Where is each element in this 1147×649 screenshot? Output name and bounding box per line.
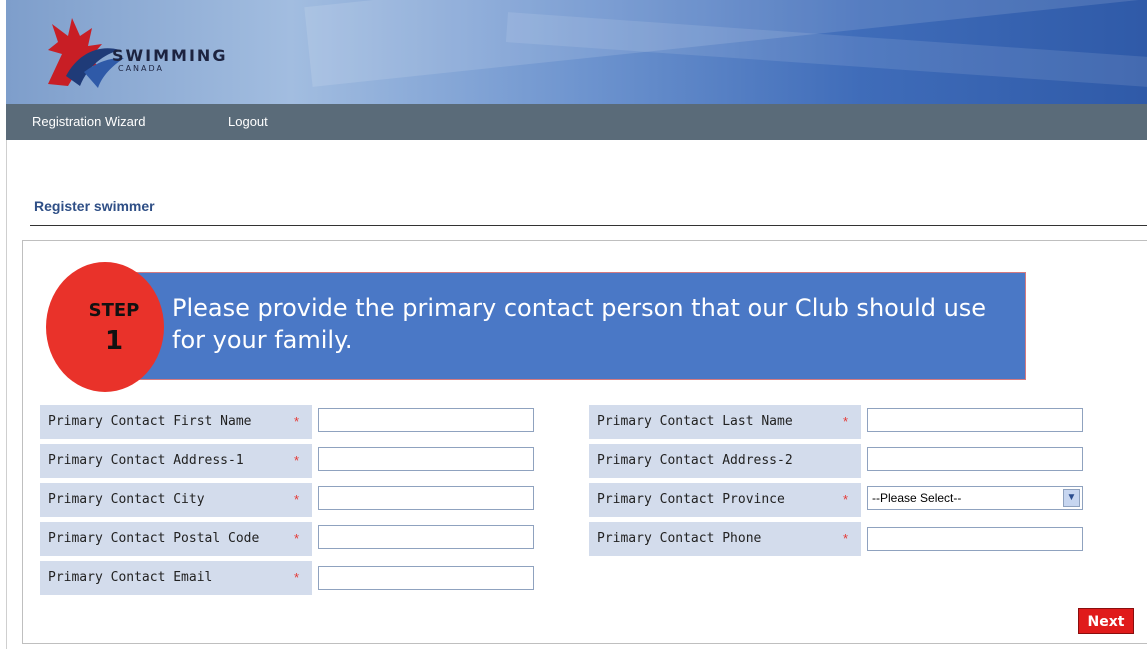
required-marker: * — [843, 492, 849, 507]
required-marker: * — [843, 531, 849, 546]
nav-registration-wizard[interactable]: Registration Wizard — [32, 114, 145, 129]
email-input[interactable] — [318, 566, 534, 590]
required-marker: * — [294, 414, 300, 429]
site-header: SWIMMING CANADA — [6, 0, 1147, 104]
page-title: Register swimmer — [34, 198, 155, 214]
step-instructions: Please provide the primary contact perso… — [172, 294, 987, 354]
next-button[interactable]: Next — [1078, 608, 1134, 634]
required-marker: * — [294, 492, 300, 507]
required-marker: * — [843, 414, 849, 429]
city-label: Primary Contact City — [40, 483, 312, 517]
address-1-input[interactable] — [318, 447, 534, 471]
first-name-input[interactable] — [318, 408, 534, 432]
address-2-input[interactable] — [867, 447, 1083, 471]
city-input[interactable] — [318, 486, 534, 510]
step-word: STEP — [88, 300, 140, 321]
nav-logout[interactable]: Logout — [228, 114, 268, 129]
email-label: Primary Contact Email — [40, 561, 312, 595]
required-marker: * — [294, 531, 300, 546]
step-number: 1 — [104, 326, 124, 356]
first-name-label: Primary Contact First Name — [40, 405, 312, 439]
required-marker: * — [294, 453, 300, 468]
top-navigation: Registration Wizard Logout — [6, 104, 1147, 140]
postal-code-label: Primary Contact Postal Code — [40, 522, 312, 556]
last-name-label: Primary Contact Last Name — [589, 405, 861, 439]
last-name-input[interactable] — [867, 408, 1083, 432]
phone-label: Primary Contact Phone — [589, 522, 861, 556]
address-2-label: Primary Contact Address-2 — [589, 444, 861, 478]
required-marker: * — [294, 570, 300, 585]
title-divider — [30, 225, 1147, 226]
phone-input[interactable] — [867, 527, 1083, 551]
province-label: Primary Contact Province — [589, 483, 861, 517]
logo-subtitle: CANADA — [118, 64, 165, 73]
province-select[interactable]: --Please Select-- ▼ — [867, 486, 1083, 510]
province-selected-value: --Please Select-- — [872, 491, 962, 505]
postal-code-input[interactable] — [318, 525, 534, 549]
chevron-down-icon[interactable]: ▼ — [1063, 489, 1080, 507]
address-1-label: Primary Contact Address-1 — [40, 444, 312, 478]
logo-wordmark: SWIMMING — [112, 46, 228, 65]
